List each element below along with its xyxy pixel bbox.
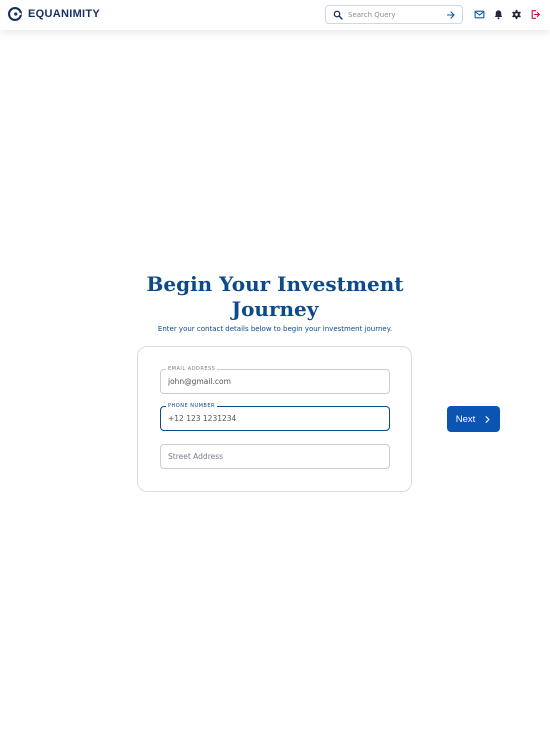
- next-button-label: Next: [455, 413, 476, 425]
- phone-input[interactable]: [168, 407, 383, 430]
- brand-name: EQUANIMITY: [28, 8, 101, 20]
- search-icon: [333, 10, 343, 20]
- email-field: EMAIL ADDRESS: [160, 366, 390, 394]
- email-input[interactable]: [168, 370, 383, 393]
- page-subtitle: Enter your contact details below to begi…: [157, 325, 393, 333]
- gear-icon[interactable]: [511, 9, 522, 20]
- chevron-right-icon: [485, 415, 490, 423]
- search-input[interactable]: [348, 10, 443, 19]
- mail-icon[interactable]: [474, 9, 485, 20]
- top-bar: EQUANIMITY: [0, 0, 550, 30]
- next-button[interactable]: Next: [447, 406, 500, 432]
- logo-icon: [8, 7, 22, 21]
- phone-field: PHONE NUMBER: [160, 403, 390, 431]
- logout-icon[interactable]: [530, 9, 541, 20]
- street-address-input[interactable]: [168, 445, 383, 468]
- arrow-right-icon[interactable]: [446, 10, 456, 20]
- bell-icon[interactable]: [493, 9, 504, 20]
- brand-logo[interactable]: EQUANIMITY: [8, 7, 100, 21]
- search-bar: [325, 5, 463, 24]
- address-field: [160, 444, 390, 469]
- page-title: Begin Your Investment Journey: [146, 272, 404, 321]
